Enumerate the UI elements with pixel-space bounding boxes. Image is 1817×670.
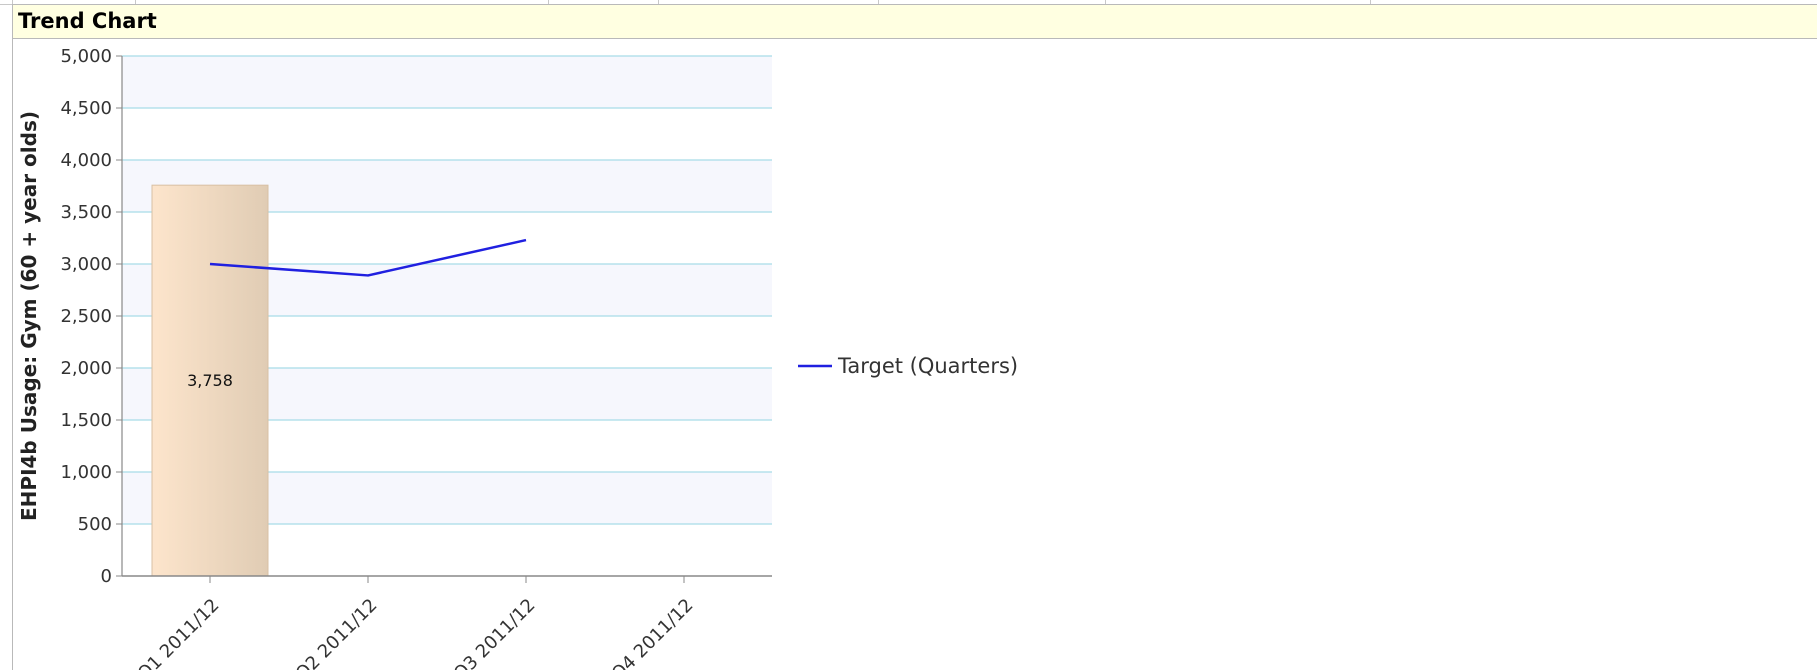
- y-tick-label: 1,000: [60, 462, 112, 483]
- y-tick-label: 500: [78, 514, 112, 535]
- x-tick-label: Q3 2011/12: [450, 595, 540, 670]
- y-tick-label: 2,000: [60, 358, 112, 379]
- y-tick-label: 5,000: [60, 46, 112, 67]
- y-tick-label: 1,500: [60, 410, 112, 431]
- trend-chart: 0 500 1,000 1,500 2,000 2,500 3,000 3,500 4,000 4…: [17, 46, 1018, 670]
- y-tick-label: 4,500: [60, 98, 112, 119]
- x-tick-label: Q1 2011/12: [134, 595, 224, 670]
- y-axis-title: EHPI4b Usage: Gym (60 + year olds): [17, 111, 41, 521]
- x-tick-label: Q2 2011/12: [292, 595, 382, 670]
- grid-band: [122, 56, 772, 108]
- y-tick-label: 3,000: [60, 254, 112, 275]
- y-tick-label: 4,000: [60, 150, 112, 171]
- y-tick-label: 3,500: [60, 202, 112, 223]
- bar-data-label: 3,758: [187, 371, 233, 390]
- x-tick-label: Q4 2011/12: [608, 595, 698, 670]
- y-tick-label: 0: [101, 566, 112, 587]
- y-tick-label: 2,500: [60, 306, 112, 327]
- legend-entry: Target (Quarters): [837, 354, 1018, 378]
